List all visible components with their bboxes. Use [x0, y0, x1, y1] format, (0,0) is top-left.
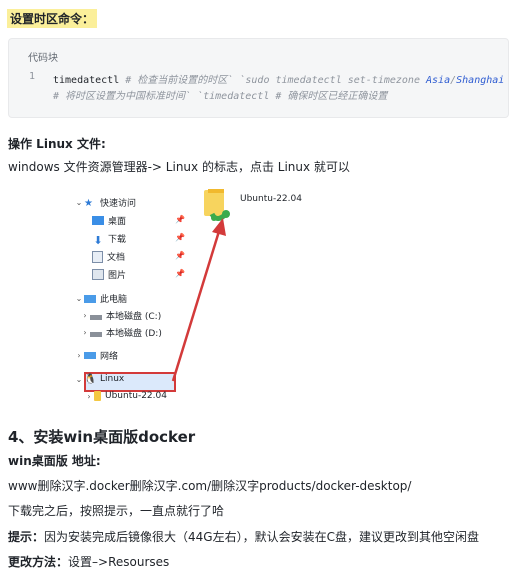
- nav-label: 本地磁盘 (D:): [106, 329, 162, 339]
- tip-label: 提示：: [8, 530, 45, 544]
- change-label: 更改方法：: [8, 555, 69, 569]
- code-command: timedatectl: [53, 75, 120, 86]
- folder-icon: [94, 391, 101, 401]
- tip-text: 因为安装完成后镜像很大（44G左右），默认会安装在C盘，建议更改到其他空闲盘: [44, 530, 479, 544]
- folder-label: Ubuntu-22.04: [240, 194, 302, 204]
- document-icon: [92, 250, 103, 263]
- code-comment: `timedatectl: [197, 91, 270, 102]
- nav-documents[interactable]: 文档: [92, 250, 125, 263]
- explorer-screenshot: ⌄ ★ 快速访问 桌面 📌 ⬇ 下载 📌 文档 📌 图片 📌 ⌄ 此电脑 › 本…: [68, 186, 368, 404]
- star-icon: ★: [84, 197, 93, 209]
- code-timezone-region: Asia: [426, 75, 451, 86]
- nav-network[interactable]: › 网络: [74, 349, 118, 362]
- nav-label: 桌面: [108, 217, 127, 227]
- nav-downloads[interactable]: ⬇ 下载: [92, 232, 127, 247]
- code-line-2: # 将时区设置为中国标准时间` `timedatectl # 确保时区已经正确设…: [53, 87, 387, 102]
- nav-ubuntu[interactable]: › Ubuntu-22.04: [84, 391, 167, 401]
- chevron-right-icon: ›: [83, 311, 87, 320]
- win-address-label: win桌面版 地址:: [8, 454, 101, 468]
- nav-label: 图片: [108, 271, 127, 281]
- red-arrow: [171, 218, 226, 382]
- download-icon: ⬇: [93, 233, 103, 247]
- code-line-number: 1: [29, 71, 36, 82]
- change-method-paragraph: 更改方法：设置–>Resourses: [8, 553, 169, 570]
- nav-this-pc[interactable]: ⌄ 此电脑: [74, 292, 127, 305]
- chevron-right-icon: ›: [87, 391, 91, 401]
- linux-files-heading: 操作 Linux 文件:: [8, 137, 106, 151]
- chevron-right-icon: ›: [77, 351, 81, 360]
- nav-label: 下载: [108, 235, 127, 245]
- code-block: 代码块 1 timedatectl # 检查当前设置的时区` `sudo tim…: [8, 38, 509, 118]
- code-comment: # 检查当前设置的时区`: [125, 75, 234, 86]
- tip-paragraph: 提示：因为安装完成后镜像很大（44G左右），默认会安装在C盘，建议更改到其他空闲…: [8, 528, 479, 545]
- section4-title: 4、安装win桌面版docker: [8, 428, 196, 446]
- picture-icon: [92, 269, 104, 280]
- nav-label: 文档: [107, 253, 126, 263]
- nav-label: 此电脑: [100, 295, 128, 305]
- chevron-right-icon: ›: [83, 328, 87, 337]
- download-paragraph: 下载完之后，按照提示，一直点就行了哈: [8, 504, 225, 518]
- network-icon: [84, 352, 96, 359]
- nav-disk-c[interactable]: › 本地磁盘 (C:): [80, 309, 161, 322]
- code-comment: # 确保时区已经正确设置: [275, 91, 388, 102]
- drive-icon: [90, 332, 102, 337]
- code-comment: `sudo timedatectl set-timezone: [239, 75, 420, 86]
- nav-quick-access[interactable]: ⌄ ★ 快速访问: [74, 196, 137, 210]
- computer-icon: [84, 294, 96, 303]
- linux-penguin-icon: 🐧: [84, 374, 97, 385]
- chevron-down-icon: ⌄: [75, 294, 83, 303]
- nav-desktop[interactable]: 桌面: [92, 214, 126, 227]
- nav-label: 本地磁盘 (C:): [106, 312, 162, 322]
- change-text: 设置–>Resourses: [68, 555, 170, 569]
- nav-disk-d[interactable]: › 本地磁盘 (D:): [80, 326, 162, 339]
- nav-pictures[interactable]: 图片: [92, 268, 126, 281]
- nav-label: Ubuntu-22.04: [105, 391, 167, 401]
- drive-icon: [90, 315, 102, 320]
- nav-label: 快速访问: [100, 199, 137, 209]
- code-block-label: 代码块: [28, 53, 58, 64]
- nav-label: Linux: [100, 374, 125, 384]
- chevron-down-icon: ⌄: [75, 374, 83, 384]
- docker-url[interactable]: www删除汉字.docker删除汉字.com/删除汉字products/dock…: [8, 477, 411, 494]
- desktop-icon: [92, 216, 104, 225]
- chevron-down-icon: ⌄: [75, 198, 83, 207]
- linux-files-paragraph: windows 文件资源管理器-> Linux 的标志，点击 Linux 就可以: [8, 160, 350, 174]
- nav-linux[interactable]: ⌄ 🐧 Linux: [74, 374, 125, 385]
- code-line-1: timedatectl # 检查当前设置的时区` `sudo timedatec…: [53, 71, 504, 86]
- code-comment: # 将时区设置为中国标准时间`: [53, 91, 192, 102]
- timezone-heading: 设置时区命令：: [7, 9, 98, 28]
- code-timezone-city: Shanghai: [456, 75, 505, 86]
- nav-label: 网络: [100, 352, 119, 362]
